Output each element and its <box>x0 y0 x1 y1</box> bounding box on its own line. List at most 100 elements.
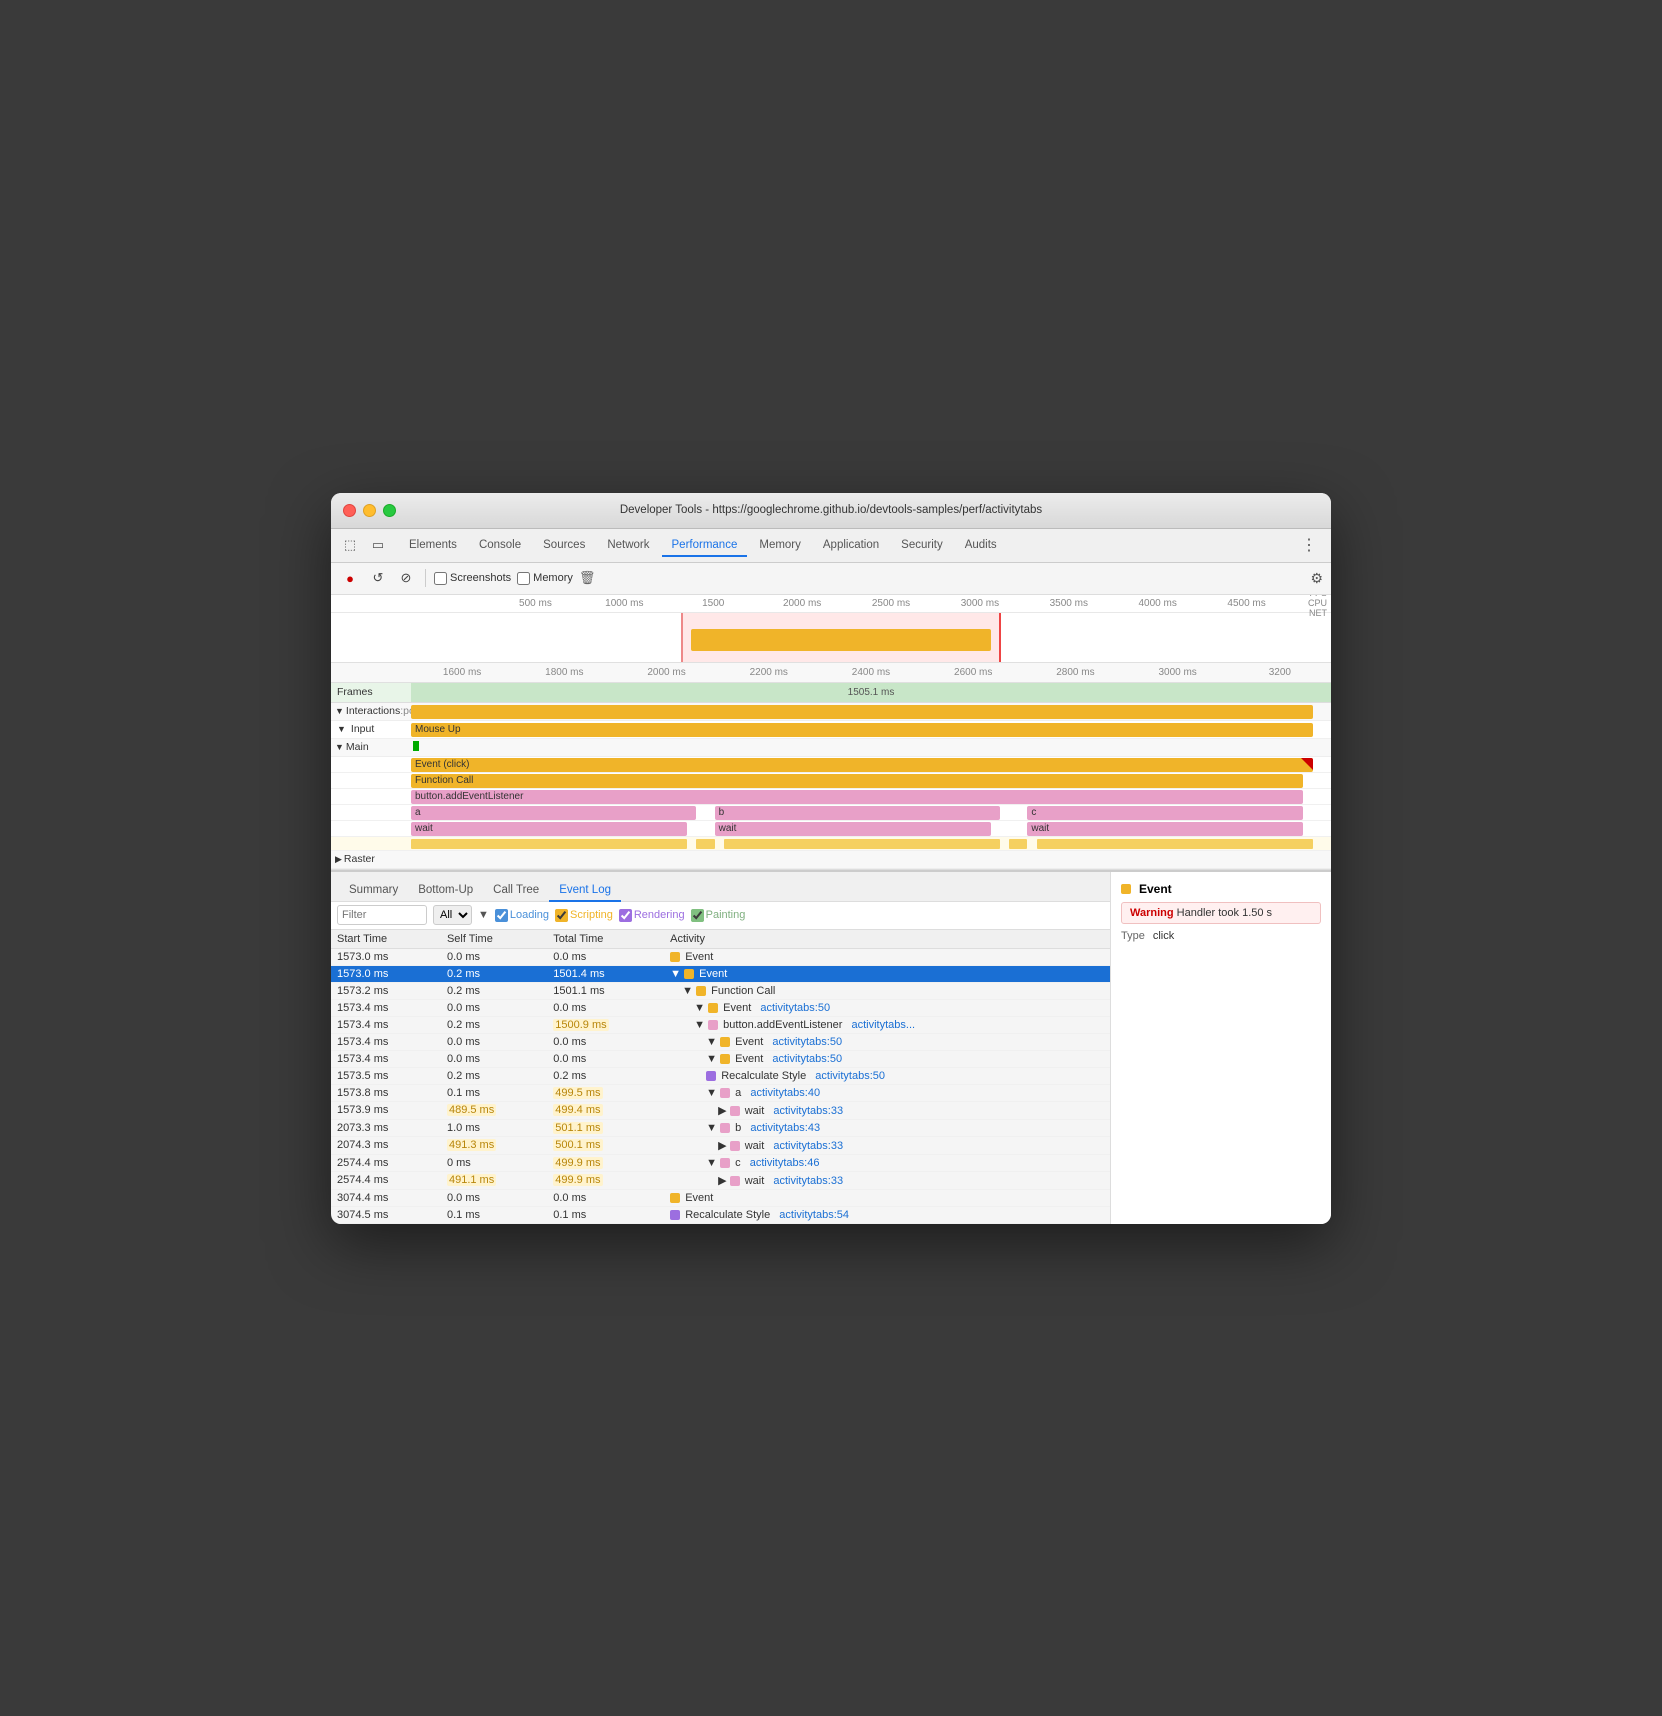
rendering-label: Rendering <box>634 909 685 921</box>
activity-link[interactable]: activitytabs... <box>852 1019 916 1031</box>
scripting-checkbox-group[interactable]: Scripting <box>555 909 613 922</box>
table-row[interactable]: 1573.9 ms489.5 ms499.4 ms ▶ wait activit… <box>331 1101 1110 1119</box>
tab-performance[interactable]: Performance <box>662 535 748 557</box>
event-click-bar: Event (click) <box>411 758 1313 772</box>
table-row[interactable]: 1573.0 ms0.0 ms0.0 ms Event <box>331 948 1110 965</box>
activity-link[interactable]: activitytabs:33 <box>773 1175 843 1187</box>
table-row[interactable]: 1573.8 ms0.1 ms499.5 ms ▼ a activitytabs… <box>331 1084 1110 1101</box>
activity-name: Recalculate Style <box>721 1070 806 1082</box>
minimize-button[interactable] <box>363 504 376 517</box>
maximize-button[interactable] <box>383 504 396 517</box>
overview-bar[interactable]: 500 ms 1000 ms 1500 2000 ms 2500 ms 3000… <box>331 595 1331 663</box>
raster-text: Raster <box>344 853 375 865</box>
activity-link[interactable]: activitytabs:43 <box>750 1122 820 1134</box>
log-table-container[interactable]: Start Time Self Time Total Time Activity… <box>331 930 1110 1224</box>
tab-elements[interactable]: Elements <box>399 535 467 557</box>
settings-icon[interactable]: ⚙ <box>1310 570 1323 587</box>
memory-checkbox[interactable] <box>517 572 530 585</box>
total-time-highlight: 1500.9 ms <box>553 1019 608 1031</box>
table-row[interactable]: 1573.4 ms0.0 ms0.0 ms ▼ Event activityta… <box>331 1050 1110 1067</box>
raster-header[interactable]: ▶ Raster <box>331 851 1331 869</box>
info-warning-box: Warning Handler took 1.50 s <box>1121 902 1321 924</box>
table-row[interactable]: 1573.4 ms0.2 ms1500.9 ms ▼ button.addEve… <box>331 1016 1110 1033</box>
table-row[interactable]: 1573.2 ms0.2 ms1501.1 ms ▼ Function Call <box>331 982 1110 999</box>
cell-self-time: 0.0 ms <box>441 999 547 1016</box>
main-header[interactable]: ▼ Main <box>331 739 1331 757</box>
table-row[interactable]: 2574.4 ms0 ms499.9 ms ▼ c activitytabs:4… <box>331 1154 1110 1171</box>
painting-checkbox[interactable] <box>691 909 704 922</box>
tab-audits[interactable]: Audits <box>955 535 1007 557</box>
loading-checkbox[interactable] <box>495 909 508 922</box>
activity-link[interactable]: activitytabs:50 <box>760 1002 830 1014</box>
table-row[interactable]: 3074.4 ms0.0 ms0.0 ms Event <box>331 1189 1110 1206</box>
activity-link[interactable]: activitytabs:54 <box>779 1209 849 1221</box>
more-tabs-icon[interactable]: ⋮ <box>1295 533 1323 557</box>
col-activity[interactable]: Activity <box>664 930 1110 949</box>
clear-button[interactable]: ⊘ <box>395 567 417 589</box>
overview-content[interactable] <box>331 613 1331 663</box>
ruler-tick-3: 2000 ms <box>758 598 847 609</box>
activity-link[interactable]: activitytabs:50 <box>772 1053 842 1065</box>
record-button[interactable]: ● <box>339 567 361 589</box>
table-row[interactable]: 2073.3 ms1.0 ms501.1 ms ▼ b activitytabs… <box>331 1119 1110 1136</box>
cell-self-time: 0.0 ms <box>441 1033 547 1050</box>
table-row[interactable]: 2574.4 ms491.1 ms499.9 ms ▶ wait activit… <box>331 1171 1110 1189</box>
cell-total-time: 1500.9 ms <box>547 1016 664 1033</box>
tab-application[interactable]: Application <box>813 535 889 557</box>
tab-call-tree[interactable]: Call Tree <box>483 880 549 902</box>
table-row[interactable]: 1573.0 ms0.2 ms1501.4 ms ▼ Event <box>331 965 1110 982</box>
filter-select[interactable]: All <box>433 905 472 925</box>
interactions-header[interactable]: ▼ Interactions :ponse <box>331 703 1331 721</box>
event-click-content: Event (click) <box>411 757 1331 772</box>
tab-security[interactable]: Security <box>891 535 953 557</box>
close-button[interactable] <box>343 504 356 517</box>
col-self-time[interactable]: Self Time <box>441 930 547 949</box>
rendering-checkbox[interactable] <box>619 909 632 922</box>
memory-label: Memory <box>533 572 573 584</box>
table-row[interactable]: 2074.3 ms491.3 ms500.1 ms ▶ wait activit… <box>331 1136 1110 1154</box>
scripting-checkbox[interactable] <box>555 909 568 922</box>
tab-bottom-up[interactable]: Bottom-Up <box>408 880 483 902</box>
misc-bars-row <box>331 837 1331 851</box>
col-start-time[interactable]: Start Time <box>331 930 441 949</box>
device-icon[interactable]: ▭ <box>367 534 389 556</box>
tab-sources[interactable]: Sources <box>533 535 595 557</box>
activity-link[interactable]: activitytabs:33 <box>773 1140 843 1152</box>
memory-checkbox-group[interactable]: Memory <box>517 572 573 585</box>
cell-activity: ▼ Event activitytabs:50 <box>664 999 1110 1016</box>
activity-link[interactable]: activitytabs:33 <box>773 1105 843 1117</box>
filter-input[interactable] <box>337 905 427 925</box>
tab-console[interactable]: Console <box>469 535 531 557</box>
cell-activity: ▼ a activitytabs:40 <box>664 1084 1110 1101</box>
col-total-time[interactable]: Total Time <box>547 930 664 949</box>
total-time-highlight: 499.5 ms <box>553 1087 602 1099</box>
table-row[interactable]: 3074.5 ms0.1 ms0.1 ms Recalculate Style … <box>331 1206 1110 1223</box>
ruler-tick-1: 1000 ms <box>580 598 669 609</box>
filter-dropdown-icon[interactable]: ▼ <box>478 909 489 921</box>
reload-button[interactable]: ↺ <box>367 567 389 589</box>
inspect-icon[interactable]: ⬚ <box>339 534 361 556</box>
tab-memory[interactable]: Memory <box>749 535 811 557</box>
loading-checkbox-group[interactable]: Loading <box>495 909 549 922</box>
table-row[interactable]: 1573.4 ms0.0 ms0.0 ms ▼ Event activityta… <box>331 1033 1110 1050</box>
tab-summary[interactable]: Summary <box>339 880 408 902</box>
activity-link[interactable]: activitytabs:50 <box>772 1036 842 1048</box>
activity-link[interactable]: activitytabs:50 <box>815 1070 885 1082</box>
ruler-tick-7: 4000 ms <box>1113 598 1202 609</box>
table-row[interactable]: 1573.4 ms0.0 ms0.0 ms ▼ Event activityta… <box>331 999 1110 1016</box>
activity-name: Event <box>685 1192 713 1204</box>
rendering-checkbox-group[interactable]: Rendering <box>619 909 685 922</box>
tab-network[interactable]: Network <box>597 535 659 557</box>
cell-total-time: 0.0 ms <box>547 1189 664 1206</box>
activity-link[interactable]: activitytabs:46 <box>750 1157 820 1169</box>
screenshots-checkbox-group[interactable]: Screenshots <box>434 572 511 585</box>
painting-checkbox-group[interactable]: Painting <box>691 909 746 922</box>
tab-event-log[interactable]: Event Log <box>549 880 621 902</box>
loading-label: Loading <box>510 909 549 921</box>
cell-self-time: 0.1 ms <box>441 1206 547 1223</box>
trash-icon[interactable]: 🗑 <box>579 570 596 586</box>
table-row[interactable]: 1573.5 ms0.2 ms0.2 ms Recalculate Style … <box>331 1067 1110 1084</box>
wait-b-bar: wait <box>715 822 991 836</box>
screenshots-checkbox[interactable] <box>434 572 447 585</box>
activity-link[interactable]: activitytabs:40 <box>750 1087 820 1099</box>
